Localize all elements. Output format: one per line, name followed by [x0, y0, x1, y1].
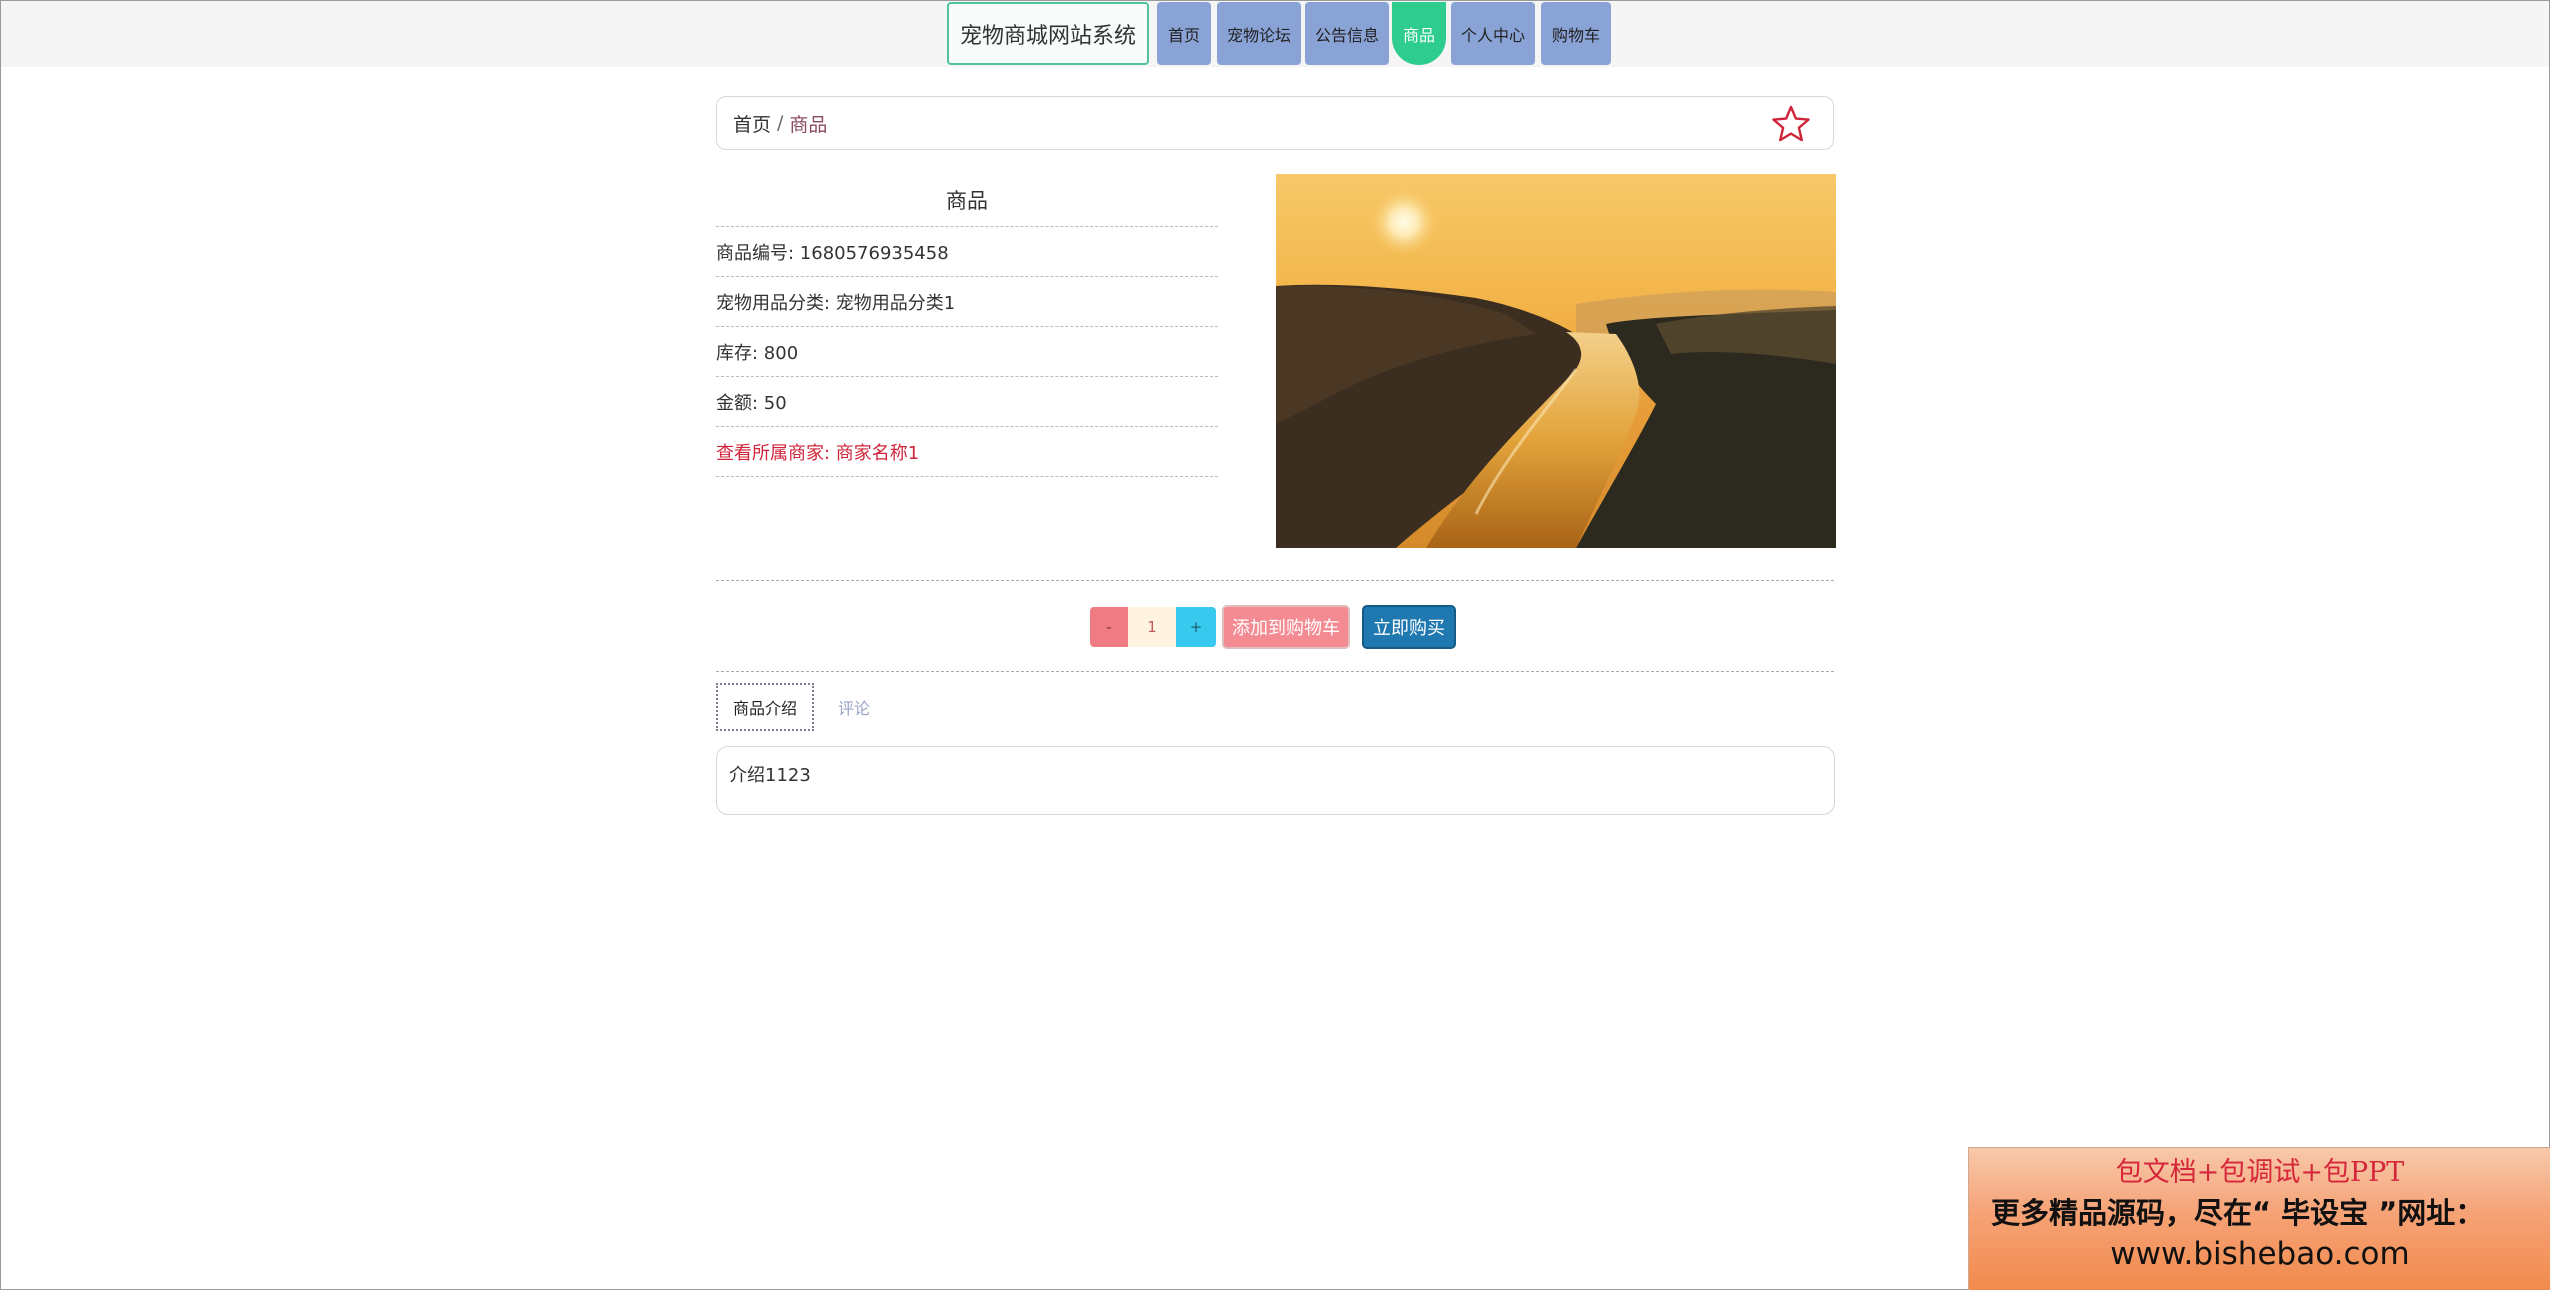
- product-image: [1276, 174, 1836, 548]
- product-id: 商品编号: 1680576935458: [716, 227, 1218, 277]
- favorite-star-icon[interactable]: [1771, 104, 1811, 144]
- tab-intro[interactable]: 商品介绍: [716, 683, 814, 731]
- breadcrumb-current: 商品: [789, 113, 828, 136]
- breadcrumb-home[interactable]: 首页: [733, 110, 771, 137]
- merchant-link[interactable]: 查看所属商家: 商家名称1: [716, 427, 1218, 477]
- quantity-increase-button[interactable]: +: [1176, 607, 1216, 647]
- product-stock: 库存: 800: [716, 327, 1218, 377]
- tab-reviews[interactable]: 评论: [824, 683, 884, 731]
- nav-item-cart[interactable]: 购物车: [1541, 2, 1611, 65]
- product-price: 金额: 50: [716, 377, 1218, 427]
- nav-item-forum[interactable]: 宠物论坛: [1217, 2, 1301, 65]
- site-brand[interactable]: 宠物商城网站系统: [947, 2, 1149, 65]
- quantity-input[interactable]: [1128, 607, 1176, 647]
- add-to-cart-button[interactable]: 添加到购物车: [1222, 605, 1350, 649]
- product-info: 商品 商品编号: 1680576935458 宠物用品分类: 宠物用品分类1 库…: [716, 174, 1218, 477]
- nav-item-profile[interactable]: 个人中心: [1451, 2, 1535, 65]
- product-category: 宠物用品分类: 宠物用品分类1: [716, 277, 1218, 327]
- ad-slogan: 更多精品源码，尽在“ 毕设宝 ”网址：: [1991, 1196, 2485, 1230]
- ad-tagline: 包文档+包调试+包PPT: [2115, 1157, 2405, 1188]
- divider-bottom: [716, 671, 1834, 672]
- ad-url: www.bishebao.com: [2110, 1236, 2410, 1272]
- product-section-title: 商品: [716, 174, 1218, 227]
- divider-top: [716, 580, 1834, 581]
- ad-banner[interactable]: 包文档+包调试+包PPT 更多精品源码，尽在“ 毕设宝 ”网址： www.bis…: [1968, 1147, 2550, 1290]
- breadcrumb: 首页 / 商品: [716, 96, 1834, 150]
- nav-item-home[interactable]: 首页: [1157, 2, 1211, 65]
- buy-now-button[interactable]: 立即购买: [1362, 605, 1456, 649]
- intro-content: 介绍1123: [716, 746, 1835, 815]
- breadcrumb-separator: /: [777, 112, 784, 134]
- nav-item-products[interactable]: 商品: [1392, 2, 1446, 65]
- quantity-decrease-button[interactable]: -: [1090, 607, 1128, 647]
- nav-item-notices[interactable]: 公告信息: [1305, 2, 1389, 65]
- top-navbar: 宠物商城网站系统 首页 宠物论坛 公告信息 商品 个人中心 购物车: [1, 1, 2549, 67]
